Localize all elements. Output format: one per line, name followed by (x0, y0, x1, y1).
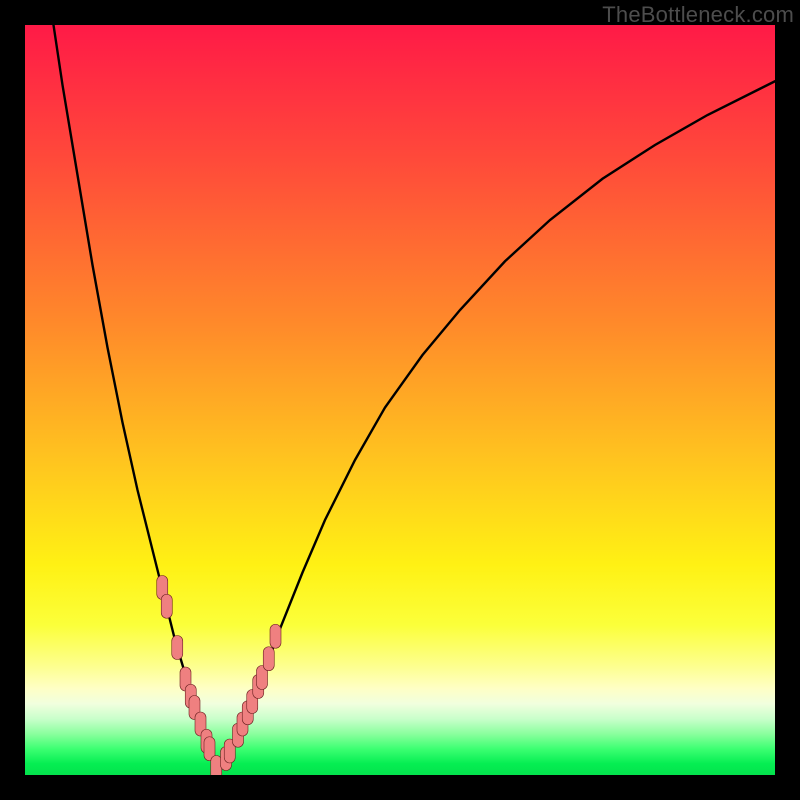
marker-point (211, 756, 222, 776)
marker-point (161, 594, 172, 618)
chart-frame: TheBottleneck.com (0, 0, 800, 800)
marker-point (172, 636, 183, 660)
marker-point (270, 624, 281, 648)
gradient-background (25, 25, 775, 775)
watermark-text: TheBottleneck.com (602, 2, 794, 28)
plot-svg (25, 25, 775, 775)
plot-area (25, 25, 775, 775)
marker-point (263, 647, 274, 671)
